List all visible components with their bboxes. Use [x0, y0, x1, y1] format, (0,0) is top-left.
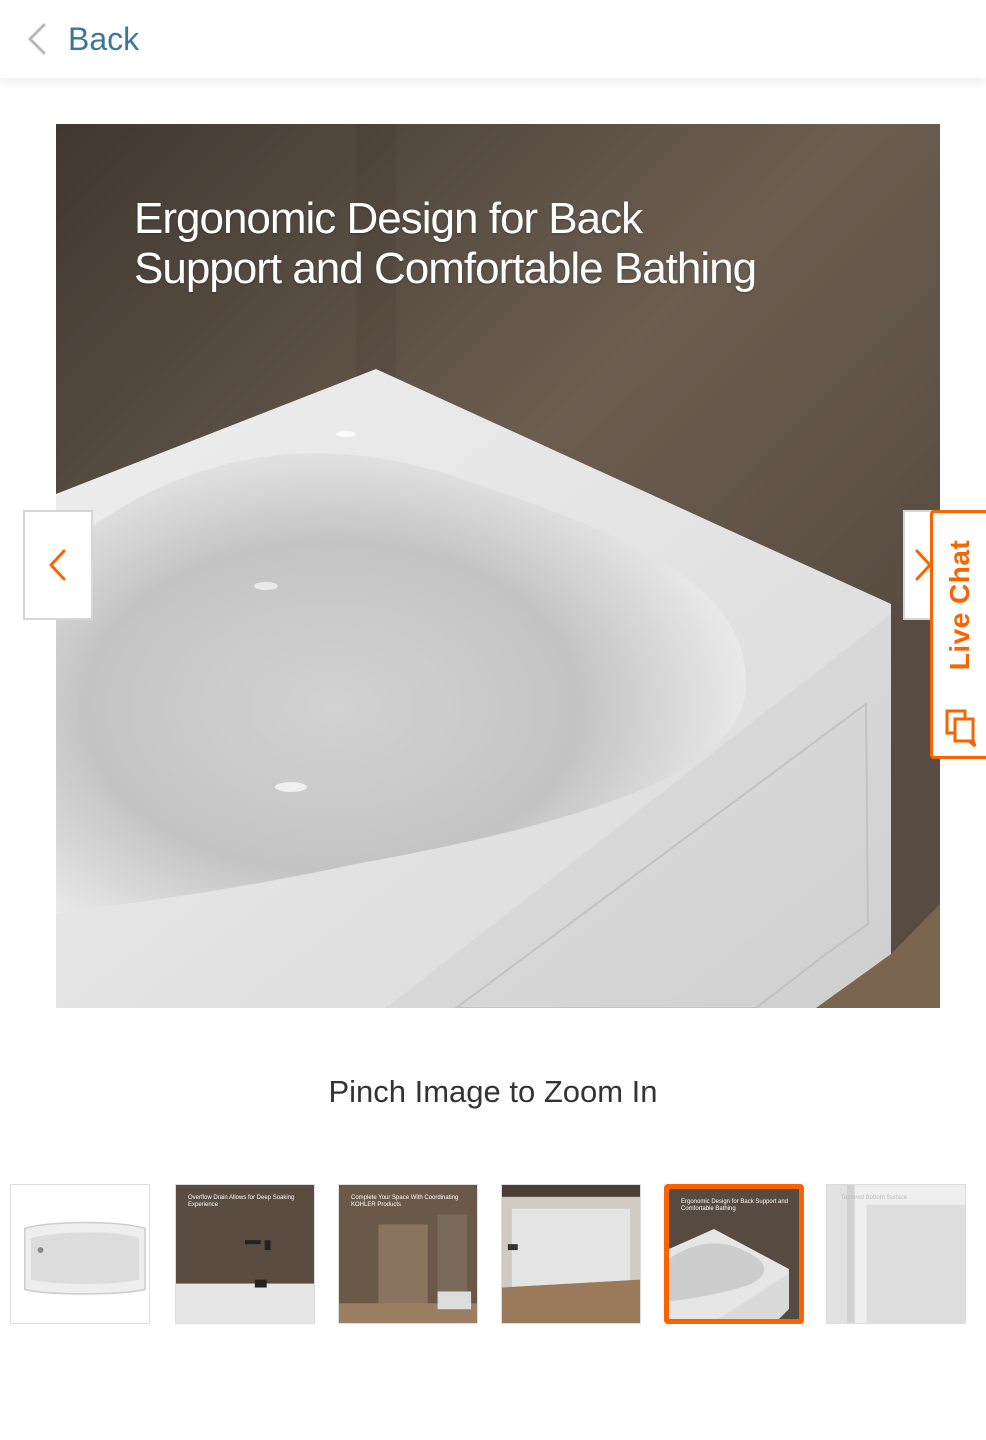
- thumbnail-6[interactable]: Textured Bottom Surface: [826, 1184, 966, 1324]
- thumbnail-caption: Complete Your Space With Coordinating KO…: [351, 1195, 459, 1208]
- thumbnail-image: [11, 1185, 149, 1323]
- thumbnail-1[interactable]: [10, 1184, 150, 1324]
- caption-line-1: Ergonomic Design for Back: [134, 194, 643, 243]
- thumbnail-4[interactable]: [501, 1184, 641, 1324]
- zoom-hint: Pinch Image to Zoom In: [328, 1074, 658, 1109]
- thumbnail-3[interactable]: Complete Your Space With Coordinating KO…: [338, 1184, 478, 1324]
- chevron-left-icon: [49, 549, 66, 581]
- back-label: Back: [68, 20, 140, 57]
- previous-image-button[interactable]: [23, 510, 93, 620]
- product-image-viewer: Back Ergonomic Design for Back Support a…: [0, 0, 986, 1440]
- chevron-left-icon: [28, 23, 46, 55]
- thumbnail-caption: Textured Bottom Surface: [841, 1195, 908, 1201]
- thumbnail-strip[interactable]: Overflow Drain Allows for Deep Soaking E…: [0, 1184, 986, 1326]
- top-bar: Back: [0, 0, 986, 78]
- thumbnail-caption: Overflow Drain Allows for Deep Soaking E…: [188, 1195, 295, 1208]
- back-button[interactable]: Back: [22, 19, 139, 59]
- thumbnail-image: [502, 1185, 640, 1323]
- image-caption: Ergonomic Design for Back Support and Co…: [134, 194, 874, 294]
- chat-icon: [945, 709, 977, 747]
- main-product-image[interactable]: Ergonomic Design for Back Support and Co…: [56, 124, 940, 1008]
- thumbnail-image: [827, 1185, 965, 1323]
- thumbnail-5-selected[interactable]: Ergonomic Design for Back Support and Co…: [664, 1184, 804, 1324]
- live-chat-button[interactable]: Live Chat: [930, 510, 986, 759]
- caption-line-2: Support and Comfortable Bathing: [134, 244, 757, 293]
- thumbnail-2[interactable]: Overflow Drain Allows for Deep Soaking E…: [175, 1184, 315, 1324]
- thumbnail-caption: Ergonomic Design for Back Support and Co…: [681, 1199, 789, 1212]
- live-chat-label: Live Chat: [943, 540, 975, 671]
